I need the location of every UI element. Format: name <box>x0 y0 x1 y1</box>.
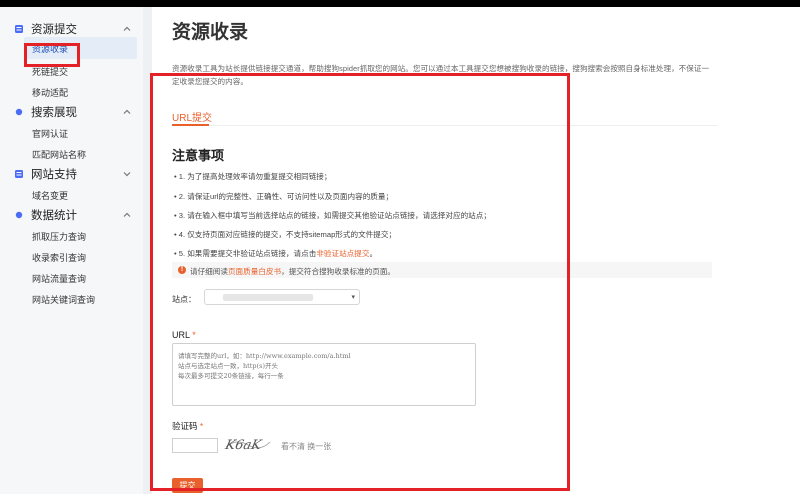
caret-down-icon: ▾ <box>351 294 355 301</box>
sidebar-group-title: 数据统计 <box>31 210 77 222</box>
site-value-redacted <box>223 294 313 301</box>
warning-bar: ! 请仔细阅读页面质量白皮书，提交符合搜狗收录标准的页面。 <box>172 262 712 278</box>
dot-icon <box>15 108 23 116</box>
sidebar-group-title: 网站支持 <box>31 169 77 181</box>
sidebar-item-resource-index[interactable]: 资源收录 <box>32 42 68 55</box>
sidebar-item-keyword-query[interactable]: 网站关键词查询 <box>32 293 95 306</box>
url-label: URL * <box>172 330 196 340</box>
captcha-label: 验证码 * <box>172 420 203 432</box>
sidebar-group-search-display[interactable]: 搜索展现 <box>0 102 143 122</box>
chevron-down-icon <box>123 172 131 177</box>
sidebar-item-crawl-pressure[interactable]: 抓取压力查询 <box>32 230 86 243</box>
sidebar-group-data-stats[interactable]: 数据统计 <box>0 205 143 225</box>
database-icon <box>15 170 23 178</box>
placeholder-line: 请填写完整的url，如：http://www.example.com/a.htm… <box>178 352 351 360</box>
divider <box>143 7 152 494</box>
note-item: • 1. 为了提高处理效率请勿重复提交相同链接； <box>174 172 332 181</box>
sidebar: 资源提交 资源收录 死链提交 移动适配 搜索展现 官网认证 匹配网站名称 网站支… <box>0 7 143 494</box>
sidebar-item-index-query[interactable]: 收录索引查询 <box>32 251 86 264</box>
sidebar-item-domain-change[interactable]: 域名变更 <box>32 189 68 202</box>
non-verified-site-submit-link[interactable]: 非验证站点提交 <box>316 249 369 258</box>
top-bar <box>0 0 800 7</box>
intro-line: 定收录您提交的内容。 <box>172 77 248 86</box>
sidebar-group-title: 搜索展现 <box>31 107 77 119</box>
sidebar-item-official-cert[interactable]: 官网认证 <box>32 127 68 140</box>
submit-button[interactable]: 提交 <box>172 478 203 493</box>
chevron-up-icon <box>123 109 131 114</box>
note-item: • 2. 请保证url的完整性、正确性、可访问性以及页面内容的质量； <box>174 192 394 201</box>
page-title: 资源收录 <box>172 22 249 43</box>
sidebar-group-resource-submit[interactable]: 资源提交 <box>0 19 143 39</box>
warning-icon: ! <box>178 266 186 274</box>
warning-text: 请仔细阅读页面质量白皮书，提交符合搜狗收录标准的页面。 <box>190 266 395 277</box>
captcha-text: K6aK <box>224 438 264 453</box>
chevron-up-icon <box>123 26 131 31</box>
note-text: • 5. 如果需要提交非验证站点链接，请点击 <box>174 249 317 258</box>
main-content: 资源收录 资源收录工具为站长提供链接提交通道，帮助搜狗spider抓取您的网站。… <box>152 7 800 494</box>
quality-whitepaper-link[interactable]: 页面质量白皮书 <box>228 267 281 276</box>
captcha-label-text: 验证码 <box>172 421 198 431</box>
intro-text: 资源收录工具为站长提供链接提交通道，帮助搜狗spider抓取您的网站。您可以通过… <box>172 62 772 88</box>
note-item: • 5. 如果需要提交非验证站点链接，请点击非验证站点提交。 <box>174 248 377 259</box>
captcha-input[interactable] <box>172 438 218 453</box>
site-label: 站点： <box>172 295 196 304</box>
sidebar-group-title: 资源提交 <box>31 24 77 36</box>
sidebar-item-mobile-adapt[interactable]: 移动适配 <box>32 86 68 99</box>
warning-suffix: ，提交符合搜狗收录标准的页面。 <box>281 267 396 276</box>
sidebar-item-match-site-name[interactable]: 匹配网站名称 <box>32 148 86 161</box>
url-label-text: URL <box>172 330 190 340</box>
tab-separator <box>172 125 717 126</box>
dot-icon <box>15 211 23 219</box>
url-textarea[interactable]: 请填写完整的url，如：http://www.example.com/a.htm… <box>172 343 476 406</box>
captcha-image[interactable]: K6aK <box>224 434 272 454</box>
tab-url-submit[interactable]: URL提交 <box>172 109 212 124</box>
placeholder-line: 站点与选定站点一致，http(s)开头 <box>178 362 278 370</box>
note-text: 。 <box>369 249 378 258</box>
captcha-refresh-link[interactable]: 看不清 换一张 <box>281 441 331 452</box>
intro-line: 资源收录工具为站长提供链接提交通道，帮助搜狗spider抓取您的网站。您可以通过… <box>172 64 710 73</box>
note-item: • 4. 仅支持页面对应链接的提交，不支持sitemap形式的文件提交； <box>174 230 397 239</box>
sidebar-group-site-support[interactable]: 网站支持 <box>0 164 143 184</box>
notes-heading: 注意事项 <box>172 148 225 163</box>
note-item: • 3. 请在输入框中填写当前选择站点的链接，如需提交其他验证站点链接，请选择对… <box>174 211 491 220</box>
database-icon <box>15 25 23 33</box>
required-mark: * <box>192 330 196 340</box>
placeholder-line: 每次最多可提交20条链接，每行一条 <box>178 372 284 380</box>
warning-prefix: 请仔细阅读 <box>190 267 228 276</box>
required-mark: * <box>199 421 204 431</box>
sidebar-item-traffic-query[interactable]: 网站流量查询 <box>32 272 86 285</box>
chevron-up-icon <box>123 212 131 217</box>
site-select[interactable]: ▾ <box>204 289 360 305</box>
sidebar-item-deadlink-submit[interactable]: 死链提交 <box>32 65 68 78</box>
tab-active-underline <box>172 124 209 126</box>
